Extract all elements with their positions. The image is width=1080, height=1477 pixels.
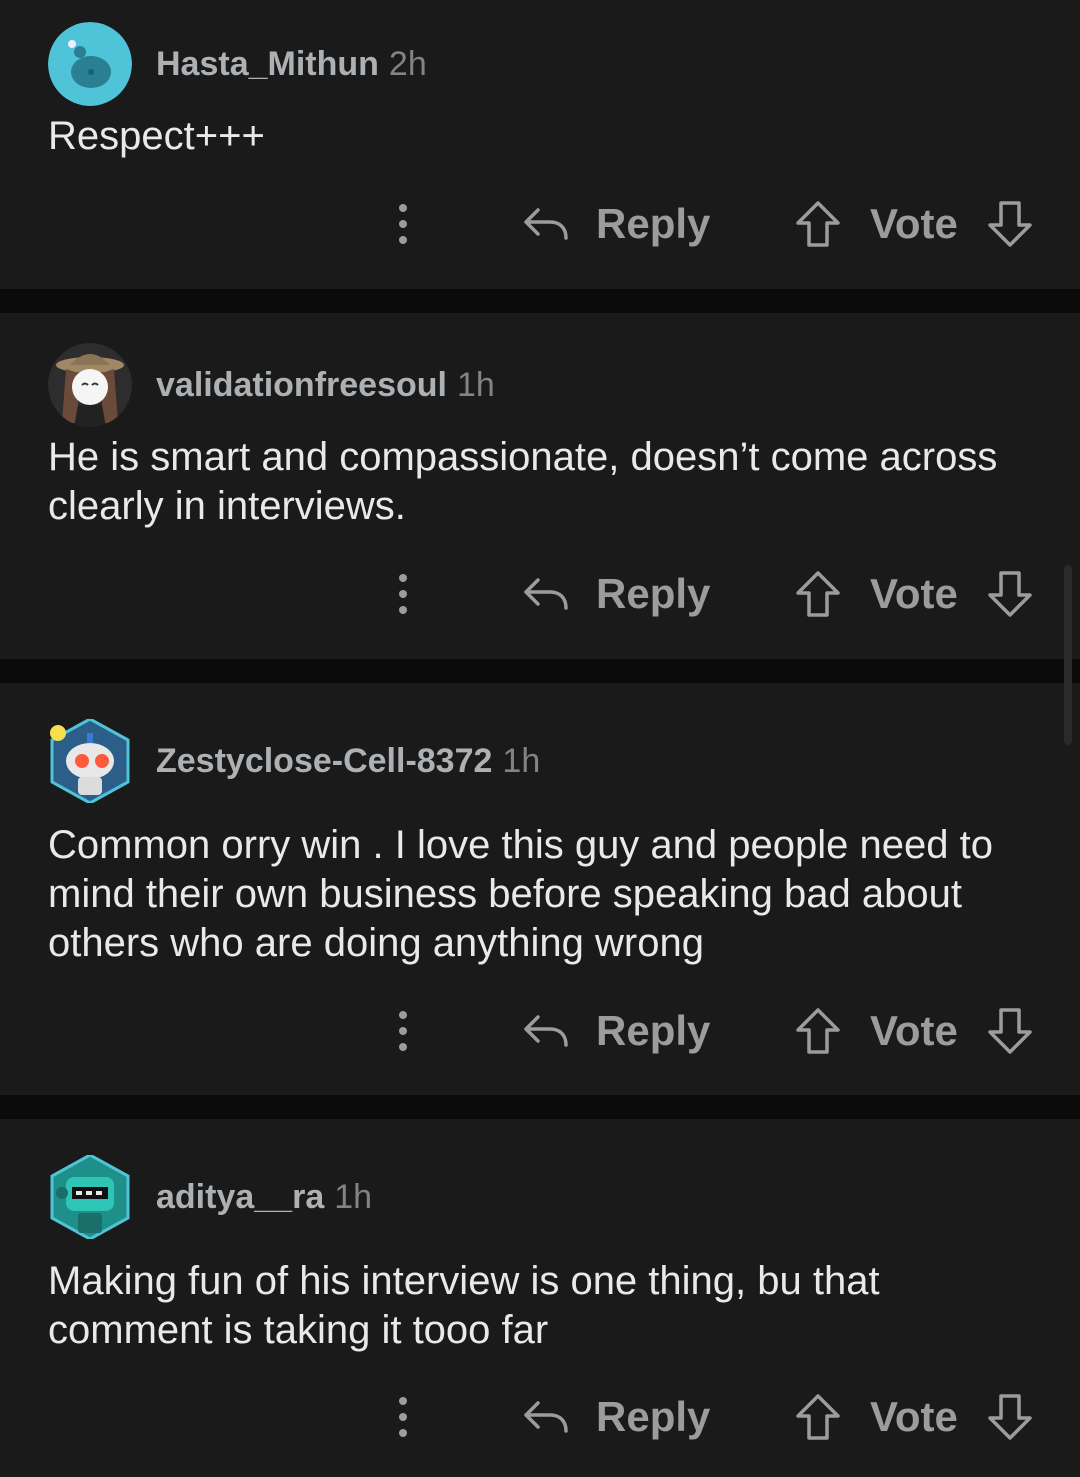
timestamp: 1h <box>334 1177 373 1216</box>
comment-card: validationfreesoul 1h He is smart and com… <box>0 313 1080 659</box>
comment-meta: aditya__ra 1h <box>156 1178 372 1217</box>
vote-label: Vote <box>870 570 958 617</box>
username[interactable]: Zestyclose-Cell-8372 <box>156 742 492 780</box>
vote-label: Vote <box>870 1007 958 1054</box>
more-vertical-icon <box>399 1397 407 1405</box>
username[interactable]: Hasta_Mithun <box>156 45 379 83</box>
username[interactable]: aditya__ra <box>156 1178 324 1216</box>
comment-header: Zestyclose-Cell-8372 1h <box>48 719 540 803</box>
reply-label: Reply <box>596 200 711 247</box>
more-vertical-icon <box>399 574 407 582</box>
comment-text: Common orry win . I love this guy and pe… <box>48 823 993 965</box>
comment-text: Respect+++ <box>48 114 265 158</box>
reply-arrow-icon <box>522 1011 570 1051</box>
reply-label: Reply <box>596 1007 711 1054</box>
downvote-arrow-icon[interactable] <box>986 569 1034 619</box>
more-options-button[interactable] <box>383 564 423 624</box>
upvote-arrow-icon[interactable] <box>794 199 842 249</box>
upvote-arrow-icon[interactable] <box>794 569 842 619</box>
timestamp: 2h <box>388 44 427 83</box>
reply-button[interactable]: Reply <box>522 564 710 624</box>
comment-actions: Reply Vote <box>0 564 1080 624</box>
scrollbar[interactable] <box>1064 565 1072 745</box>
comment-card: aditya__ra 1h Making fun of his interview… <box>0 1119 1080 1477</box>
more-options-button[interactable] <box>383 194 423 254</box>
reply-button[interactable]: Reply <box>522 194 710 254</box>
reply-button[interactable]: Reply <box>522 1001 710 1061</box>
upvote-arrow-icon[interactable] <box>794 1392 842 1442</box>
comment-meta: Zestyclose-Cell-8372 1h <box>156 742 540 781</box>
vote-label: Vote <box>870 1393 958 1440</box>
reply-label: Reply <box>596 1393 711 1440</box>
vote-label: Vote <box>870 200 958 247</box>
comment-actions: Reply Vote <box>0 194 1080 254</box>
reply-button[interactable]: Reply <box>522 1387 710 1447</box>
downvote-arrow-icon[interactable] <box>986 1006 1034 1056</box>
more-vertical-icon <box>399 204 407 212</box>
timestamp: 1h <box>456 365 495 404</box>
more-options-button[interactable] <box>383 1001 423 1061</box>
avatar[interactable] <box>48 22 132 106</box>
reply-label: Reply <box>596 570 711 617</box>
comment-meta: validationfreesoul 1h <box>156 366 495 405</box>
upvote-arrow-icon[interactable] <box>794 1006 842 1056</box>
comment-actions: Reply Vote <box>0 1387 1080 1447</box>
more-vertical-icon <box>399 1011 407 1019</box>
downvote-arrow-icon[interactable] <box>986 199 1034 249</box>
vote-group: Vote <box>794 1001 1034 1061</box>
vote-group: Vote <box>794 564 1034 624</box>
comment-meta: Hasta_Mithun 2h <box>156 45 427 84</box>
vote-group: Vote <box>794 194 1034 254</box>
comment-header: validationfreesoul 1h <box>48 343 495 427</box>
timestamp: 1h <box>502 741 541 780</box>
reply-arrow-icon <box>522 204 570 244</box>
comment-header: Hasta_Mithun 2h <box>48 22 427 106</box>
comment-card: Zestyclose-Cell-8372 1h Common orry win .… <box>0 683 1080 1095</box>
comment-header: aditya__ra 1h <box>48 1155 372 1239</box>
vote-group: Vote <box>794 1387 1034 1447</box>
avatar[interactable] <box>48 1155 132 1239</box>
avatar[interactable] <box>48 719 132 803</box>
avatar[interactable] <box>48 343 132 427</box>
reply-arrow-icon <box>522 574 570 614</box>
comment-actions: Reply Vote <box>0 1001 1080 1061</box>
comment-text: He is smart and compassionate, doesn’t c… <box>48 435 998 528</box>
downvote-arrow-icon[interactable] <box>986 1392 1034 1442</box>
comment-card: Hasta_Mithun 2h Respect+++ Reply Vote <box>0 0 1080 289</box>
username[interactable]: validationfreesoul <box>156 366 447 404</box>
reply-arrow-icon <box>522 1397 570 1437</box>
more-options-button[interactable] <box>383 1387 423 1447</box>
comment-text: Making fun of his interview is one thing… <box>48 1259 880 1352</box>
